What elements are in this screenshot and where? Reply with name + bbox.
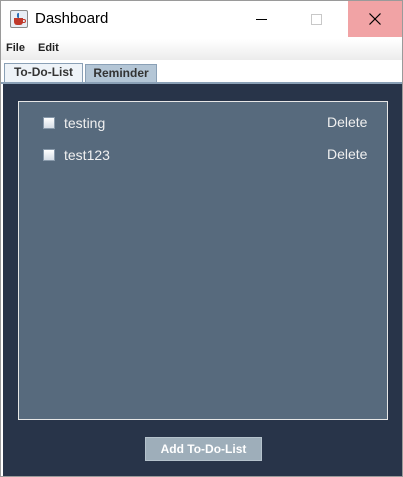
todo-item: testing Delete (19, 113, 387, 133)
window-title: Dashboard (35, 10, 109, 27)
add-todo-button[interactable]: Add To-Do-List (145, 437, 262, 461)
todo-item: test123 Delete (19, 145, 387, 165)
tab-reminder[interactable]: Reminder (85, 64, 157, 84)
delete-button[interactable]: Delete (327, 146, 367, 162)
delete-button[interactable]: Delete (327, 114, 367, 130)
tab-to-do-list[interactable]: To-Do-List (4, 63, 83, 84)
todo-checkbox[interactable] (43, 149, 55, 161)
minimize-icon (255, 18, 267, 20)
java-cup-icon (10, 10, 28, 28)
todo-tab-content: testing Delete test123 Delete Add To-Do-… (3, 84, 402, 476)
close-icon (369, 13, 381, 25)
menu-edit[interactable]: Edit (38, 42, 59, 54)
close-button[interactable] (348, 1, 402, 37)
app-window: Dashboard File Edit To-Do-List Reminder … (0, 0, 403, 477)
menu-bar: File Edit (1, 39, 402, 60)
todo-label: test123 (64, 147, 110, 163)
minimize-button[interactable] (238, 1, 284, 37)
maximize-icon (310, 13, 322, 25)
menu-file[interactable]: File (6, 42, 25, 54)
title-bar[interactable]: Dashboard (1, 1, 402, 37)
todo-label: testing (64, 115, 106, 131)
todo-checkbox[interactable] (43, 117, 55, 129)
todo-list-panel: testing Delete test123 Delete (18, 101, 388, 420)
maximize-button[interactable] (293, 1, 339, 37)
tab-strip: To-Do-List Reminder (1, 61, 402, 84)
